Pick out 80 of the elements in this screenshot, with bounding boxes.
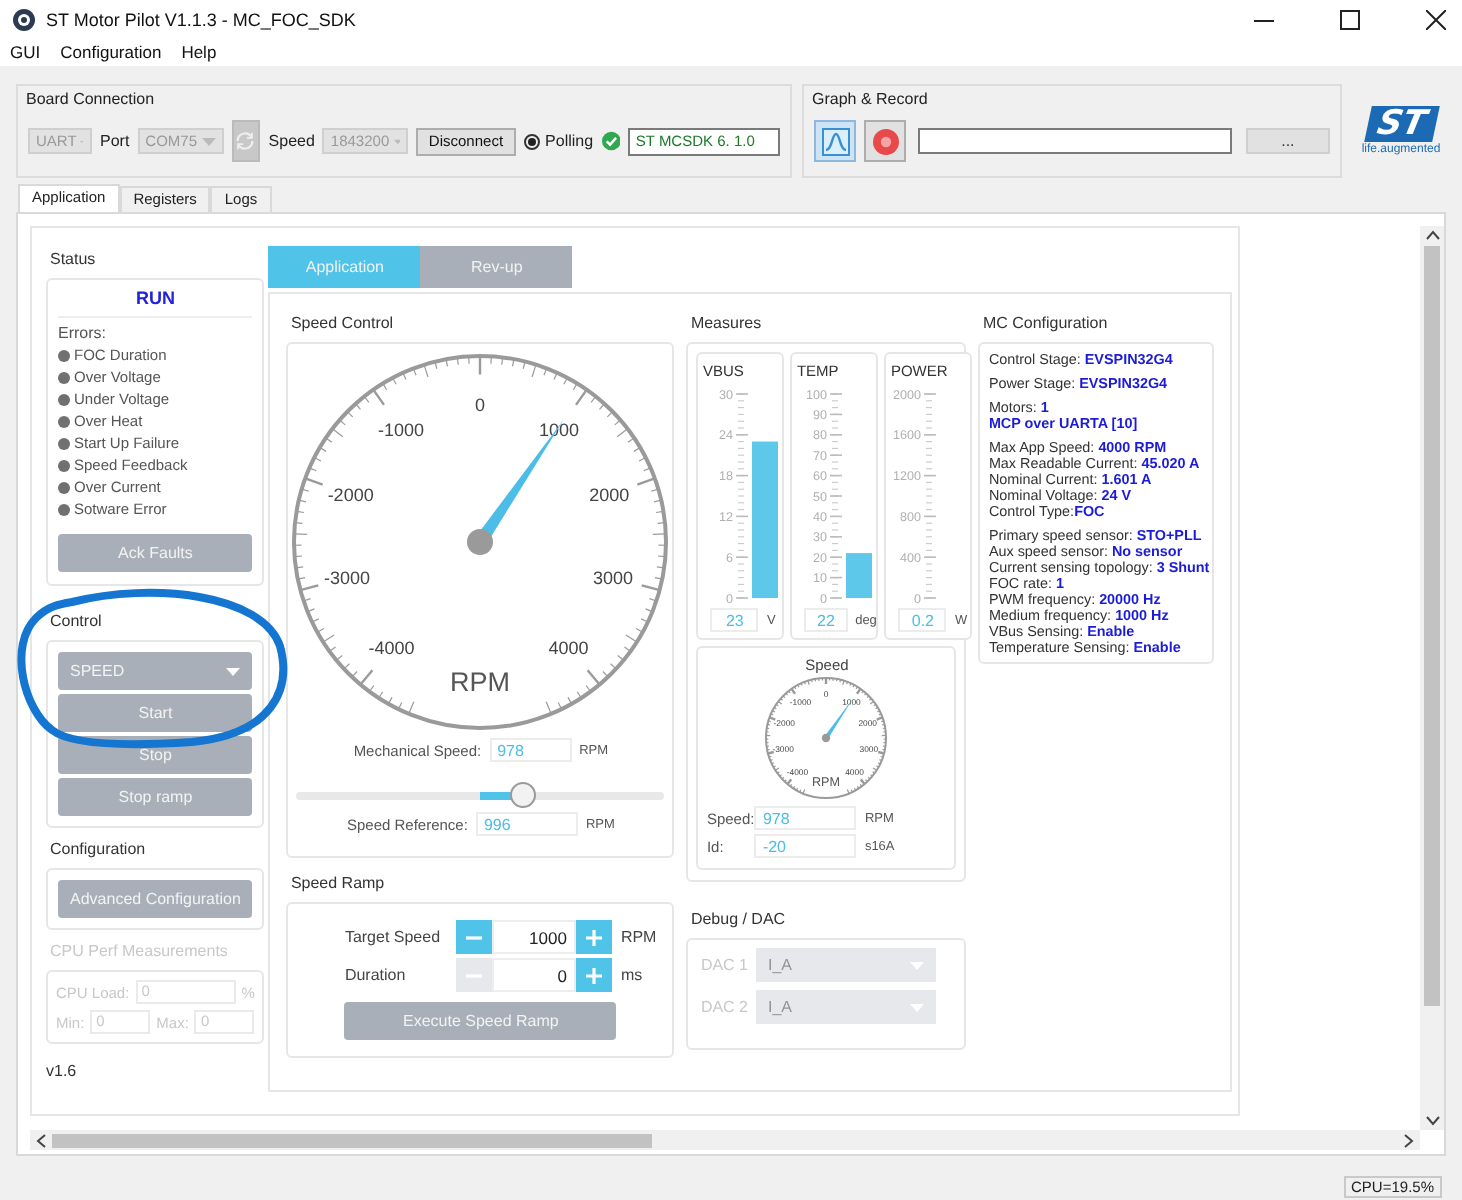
gauge-label: -3000 bbox=[324, 567, 371, 588]
scroll-down-icon[interactable] bbox=[1425, 1116, 1439, 1126]
caret-icon bbox=[393, 137, 401, 145]
execute-speed-ramp-button[interactable]: Execute Speed Ramp bbox=[344, 1002, 617, 1040]
meter-value: 23 bbox=[710, 608, 759, 632]
version-label: v1.6 bbox=[46, 1062, 79, 1080]
menu-item[interactable]: Help bbox=[181, 42, 217, 62]
window-title: ST Motor Pilot V1.1.3 - MC_FOC_SDK bbox=[46, 9, 356, 29]
spinner-field[interactable]: 1000 bbox=[492, 920, 577, 954]
menu-item[interactable]: Configuration bbox=[60, 42, 162, 62]
scroll-left-icon[interactable] bbox=[36, 1133, 46, 1147]
spinner-label: Target Speed bbox=[344, 928, 443, 946]
scroll-right-icon[interactable] bbox=[1404, 1133, 1414, 1147]
menu-item[interactable]: GUI bbox=[10, 42, 41, 62]
unit-label: RPM bbox=[620, 928, 657, 946]
gauge-label: 4000 bbox=[549, 637, 590, 658]
dac-select[interactable]: I_A bbox=[756, 948, 936, 982]
plus-icon bbox=[586, 967, 603, 983]
gauge-label: -1000 bbox=[378, 419, 425, 440]
plus-icon bbox=[586, 929, 603, 945]
speed-label: Speed bbox=[268, 132, 315, 150]
increment-button[interactable] bbox=[576, 920, 613, 954]
gauge-label: 0 bbox=[475, 394, 486, 415]
ack-faults-button[interactable]: Ack Faults bbox=[58, 534, 253, 572]
unit-label: ms bbox=[620, 966, 643, 984]
increment-button[interactable] bbox=[576, 958, 613, 992]
group-title: Graph & Record bbox=[812, 90, 930, 108]
radio-button[interactable] bbox=[523, 133, 540, 149]
gauge-label: -2000 bbox=[328, 485, 375, 506]
section-title: Configuration bbox=[50, 840, 148, 858]
slider-thumb[interactable] bbox=[509, 782, 536, 808]
unit-label: RPM bbox=[450, 666, 511, 697]
spinner-field[interactable]: 0 bbox=[492, 958, 577, 992]
spinner-label: Duration bbox=[344, 966, 408, 984]
group-title: Board Connection bbox=[26, 90, 157, 108]
gauge-label: 3000 bbox=[593, 567, 634, 588]
record-icon bbox=[871, 127, 900, 155]
dac-select[interactable]: I_A bbox=[756, 990, 936, 1024]
section-title: Speed Ramp bbox=[290, 874, 387, 892]
dial-drawing bbox=[765, 677, 888, 799]
port-label: Port bbox=[100, 132, 130, 150]
waveform-icon bbox=[821, 127, 850, 155]
caret-icon bbox=[226, 667, 241, 675]
section-title: Measures bbox=[690, 314, 764, 332]
file-path-field[interactable] bbox=[918, 128, 1232, 154]
meter-value: 22 bbox=[804, 608, 848, 632]
control-button[interactable]: Stop ramp bbox=[58, 778, 253, 816]
record-button[interactable] bbox=[864, 120, 907, 162]
section-title: Status bbox=[50, 250, 98, 268]
logo-badge: ST bbox=[1363, 106, 1439, 142]
id-field: -20 bbox=[754, 834, 857, 858]
vertical-scrollbar[interactable] bbox=[1420, 226, 1444, 1130]
mechanical-speed-field: 978 bbox=[489, 738, 572, 762]
horizontal-scrollbar[interactable] bbox=[30, 1130, 1420, 1150]
mode-select[interactable]: SPEED bbox=[58, 652, 253, 690]
maximize-icon[interactable] bbox=[1340, 9, 1360, 29]
polling-label: Polling bbox=[545, 132, 594, 150]
advanced-configuration-button[interactable]: Advanced Configuration bbox=[58, 880, 253, 918]
tab[interactable]: Rev-up bbox=[420, 246, 573, 288]
control-button[interactable]: Start bbox=[58, 694, 253, 732]
gauge-label: -4000 bbox=[369, 637, 416, 658]
speed-field: 978 bbox=[754, 806, 857, 830]
meter-value: 0.2 bbox=[898, 608, 947, 632]
browse-button[interactable]: ... bbox=[1245, 128, 1330, 154]
tab[interactable]: Application bbox=[268, 246, 421, 288]
scroll-up-icon[interactable] bbox=[1425, 230, 1439, 240]
caret-icon bbox=[201, 137, 216, 145]
section-title: MC Configuration bbox=[982, 314, 1110, 332]
app-icon bbox=[12, 7, 36, 31]
section-title: Control bbox=[50, 612, 104, 630]
speed-reference-field[interactable]: 996 bbox=[475, 812, 578, 836]
close-icon[interactable] bbox=[1426, 9, 1446, 29]
refresh-icon bbox=[234, 130, 257, 152]
run-state: RUN bbox=[58, 288, 253, 318]
decrement-button[interactable] bbox=[456, 920, 493, 954]
errors-label: Errors: bbox=[58, 324, 108, 342]
section-title: Speed Control bbox=[290, 314, 396, 332]
gauge-label: 2000 bbox=[590, 485, 631, 506]
graph-button[interactable] bbox=[814, 120, 857, 162]
section-title: Debug / DAC bbox=[690, 910, 788, 928]
